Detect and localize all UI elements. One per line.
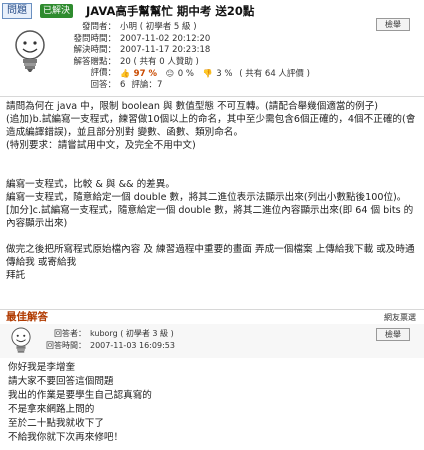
meta-answers: 回答： 6 評論： 7 (90, 79, 163, 90)
answer-body: 你好我是李增奎 請大家不要回答這個問題 我出的作業是要學生自己認真寫的 不是拿來… (8, 361, 152, 445)
answerer-link[interactable]: kuborg ( 初學者 3 級 ) (90, 328, 174, 340)
avatar-lightbulb-icon (15, 30, 45, 72)
answer-meta: 回答者： kuborg ( 初學者 3 級 ) 回答時間： 2007-11-03… (44, 328, 175, 352)
question-paragraph: 編寫一支程式，比較 & 與 && 的差異。 (6, 179, 175, 190)
question-paragraph: ​ (6, 230, 420, 243)
question-paragraph: 拜託 (6, 270, 26, 281)
answer-line: 請大家不要回答這個問題 (8, 376, 114, 387)
meta-points: 解答贈點： 20 ( 共有 0 人贊助 ) (73, 56, 199, 67)
answer-divider (0, 309, 424, 310)
avatar-lightbulb-icon (11, 327, 31, 353)
question-paragraph: ​ (6, 165, 420, 178)
meta-answer-time: 回答時間： 2007-11-03 16:09:53 (46, 341, 175, 350)
answer-line: 我出的作業是要學生自己認真寫的 (8, 390, 152, 401)
best-answer-bar: 最佳解答 網友票選 (0, 311, 424, 324)
thumbs-up-icon: 👍 (120, 68, 130, 78)
question-header: 問題 已解決 JAVA高手幫幫忙 期中考 送20點 發問者： 小明 ( 初學者 … (0, 0, 424, 96)
answer-header: 回答者： kuborg ( 初學者 3 級 ) 回答時間： 2007-11-03… (0, 324, 424, 358)
question-paragraph: (追加)b.試編寫一支程式，練習做10個以上的命名，其中至少需包含6個正確的，4… (6, 114, 416, 138)
best-answer-title: 最佳解答 (6, 311, 48, 323)
question-title: JAVA高手幫幫忙 期中考 送20點 (86, 4, 255, 18)
answer-line: 不給我你就下次再來修吧！ (8, 432, 124, 443)
rating-good: 97 % (133, 68, 157, 79)
meta-answerer: 回答者： kuborg ( 初學者 3 級 ) (54, 328, 174, 340)
answer-line: 不是拿來網路上問的 (8, 404, 95, 415)
question-paragraph: (特別要求：請嘗試用中文，及完全不用中文) (6, 140, 196, 151)
vote-link[interactable]: 網友票選 (384, 311, 416, 324)
question-paragraph: [加分]c.試編寫一支程式，隨意給定一個 double 數，將其二進位內容顯示出… (6, 205, 414, 229)
rating-neutral: 0 % (177, 68, 194, 79)
question-paragraph: 做完之後把所寫程式原始檔內容 及 練習過程中重要的畫面 弄成一個檔案 上傳給我下… (6, 244, 415, 268)
report-answer-button[interactable]: 檢舉 (376, 328, 410, 341)
meta-asked-time: 發問時間： 2007-11-02 20:12:20 (73, 33, 211, 44)
question-paragraph: 編寫一支程式，隨意給定一個 double 數，將其二進位表示法顯示出來(列出小數… (6, 192, 407, 203)
report-question-button[interactable]: 檢舉 (376, 18, 410, 31)
header-divider (0, 96, 424, 97)
meta-rating: 評價： 👍 97 % 😐 0 % 👎 3 % ( 共有 64 人評價 ) (90, 68, 310, 79)
page: 問題 已解決 JAVA高手幫幫忙 期中考 送20點 發問者： 小明 ( 初學者 … (0, 0, 424, 450)
solved-tag: 已解決 (40, 4, 74, 18)
meta-asker: 發問者： 小明 ( 初學者 5 級 ) (81, 22, 197, 34)
thumbs-down-icon: 👎 (202, 68, 213, 78)
rating-bad: 3 % (216, 68, 233, 79)
question-body: 請問為何在 java 中，限制 boolean 與 數值型態 不可互轉。(請配合… (6, 100, 420, 282)
rating-total: ( 共有 64 人評價 ) (239, 68, 310, 79)
asker-link[interactable]: 小明 ( 初學者 5 級 ) (120, 22, 197, 34)
meta-solved-time: 解決時間： 2007-11-17 20:23:18 (73, 45, 211, 56)
neutral-face-icon: 😐 (165, 68, 175, 78)
question-meta: 發問者： 小明 ( 初學者 5 級 ) 發問時間： 2007-11-02 20:… (60, 22, 310, 92)
question-paragraph: ​ (6, 152, 420, 165)
answer-line: 你好我是李增奎 (8, 362, 76, 373)
question-badge: 問題 (2, 3, 32, 19)
question-paragraph: 請問為何在 java 中，限制 boolean 與 數值型態 不可互轉。(請配合… (6, 101, 379, 112)
answer-line: 至於二十點我就收下了 (8, 418, 104, 429)
